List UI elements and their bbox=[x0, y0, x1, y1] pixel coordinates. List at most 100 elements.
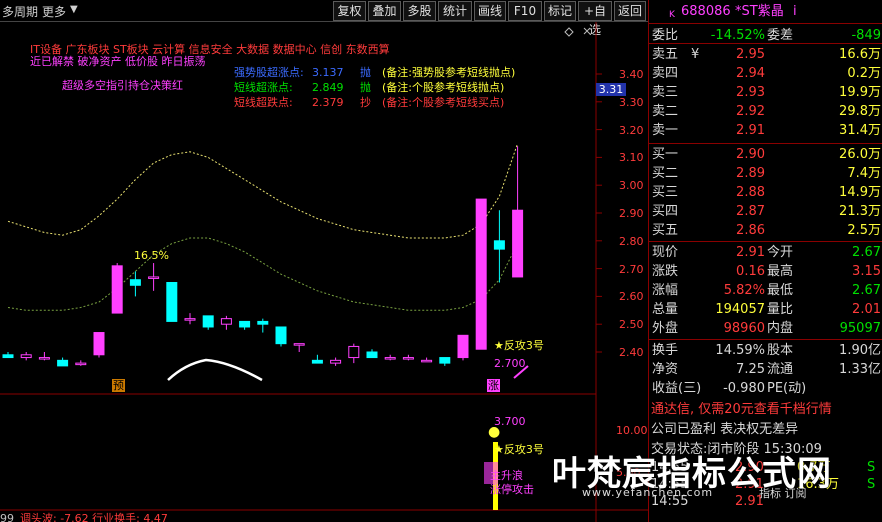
cursor-price: 3.31 bbox=[596, 83, 626, 96]
lower-band-line bbox=[7, 237, 519, 311]
quote-label: 涨跌 bbox=[652, 264, 679, 279]
quote-label: 买三 bbox=[652, 185, 679, 200]
candle-body bbox=[275, 326, 287, 345]
quote-value-2: 7.4万 bbox=[847, 166, 881, 181]
level-label: 短线超跌点: bbox=[234, 96, 293, 109]
quote-row: 净资 7.25 流通 1.33亿 bbox=[649, 360, 882, 379]
level-mark: 抛 bbox=[360, 81, 371, 94]
toolbar-button[interactable]: 返回 bbox=[614, 1, 646, 21]
quote-row: 收益(三) -0.980 PE(动) bbox=[649, 379, 882, 398]
candle-body bbox=[38, 357, 50, 360]
quote-label: 卖二 bbox=[652, 104, 679, 119]
quote-label-2: 委差 bbox=[767, 28, 794, 43]
quote-label: 换手 bbox=[652, 343, 679, 358]
quote-label-2: PE(动) bbox=[767, 381, 807, 396]
quote-label: 现价 bbox=[652, 245, 679, 260]
quote-label: 买一 bbox=[652, 147, 679, 162]
quote-row: 买一 2.90 26.0万 bbox=[649, 145, 882, 164]
close-icon bbox=[583, 27, 591, 35]
quote-value: 194057 bbox=[715, 302, 765, 317]
quote-label: 涨幅 bbox=[652, 283, 679, 298]
quote-label: 买二 bbox=[652, 166, 679, 181]
quote-value: 2.90 bbox=[736, 147, 765, 162]
diamond-icon bbox=[564, 27, 574, 37]
toolbar-button[interactable]: 统计 bbox=[438, 1, 472, 21]
toolbar-button[interactable]: F10 bbox=[508, 1, 542, 21]
chevron-down-icon[interactable]: ▼ bbox=[70, 4, 78, 15]
quote-row: 卖一 2.91 31.4万 bbox=[649, 121, 882, 140]
quote-value: 14.59% bbox=[715, 343, 765, 358]
lower-text1: 主升浪 bbox=[490, 469, 523, 482]
quote-row: 换手 14.59% 股本 1.90亿 bbox=[649, 341, 882, 360]
quote-label: 卖三 bbox=[652, 85, 679, 100]
signal-label: ★反攻3号 bbox=[494, 339, 544, 352]
quote-value-2: 1.33亿 bbox=[839, 362, 881, 377]
toolbar-button[interactable]: 标记 bbox=[544, 1, 576, 21]
quote-label-2: 股本 bbox=[767, 343, 794, 358]
multi-period-menu[interactable]: 多周期 bbox=[2, 3, 38, 20]
candle-body bbox=[384, 357, 396, 360]
quote-value: 2.88 bbox=[736, 185, 765, 200]
toolbar-button[interactable]: +自选 bbox=[578, 1, 612, 37]
toolbar-button[interactable]: 复权 bbox=[333, 1, 366, 21]
candle-body bbox=[184, 318, 196, 321]
lower-text2: 涨停攻击 bbox=[490, 483, 534, 496]
quote-panel: K 688086 *ST紫晶 i 委比 -14.52% 委差 -849 卖五 ¥2.95 1… bbox=[648, 0, 882, 522]
status-tags: 近已解禁 破净资产 低价股 昨日振荡 bbox=[30, 55, 206, 68]
pre-tag: 预 bbox=[112, 379, 125, 392]
toolbar-button[interactable]: 画线 bbox=[474, 1, 506, 21]
footer-left: 99 bbox=[0, 512, 14, 522]
quote-value-2: -849 bbox=[851, 28, 881, 43]
quote-value-2: 2.5万 bbox=[847, 223, 881, 238]
ad-banner[interactable]: 通达信, 仅需20元查看千档行情 bbox=[649, 400, 882, 419]
quote-value-2: 0.2万 bbox=[847, 66, 881, 81]
candle-body bbox=[475, 198, 487, 350]
quote-label: 卖四 bbox=[652, 66, 679, 81]
quote-row: 涨幅 5.82% 最低 2.67 bbox=[649, 281, 882, 300]
quote-value: 2.93 bbox=[736, 85, 765, 100]
kline-chart[interactable]: IT设备 广东板块 ST板块 云计算 信息安全 大数据 数据中心 信创 东数西算… bbox=[0, 22, 648, 522]
quote-value: -0.980 bbox=[723, 381, 765, 396]
toolbar-button[interactable]: 多股 bbox=[403, 1, 436, 21]
price-axis-label: 3.40 bbox=[619, 68, 644, 81]
quote-label-2: 最低 bbox=[767, 283, 794, 298]
toolbar-button[interactable]: 叠加 bbox=[368, 1, 401, 21]
signal-text: 反攻3号 bbox=[503, 339, 544, 352]
level-mark: 抛 bbox=[360, 66, 371, 79]
quote-row: 卖四 2.94 0.2万 bbox=[649, 64, 882, 83]
candle-body bbox=[348, 345, 360, 359]
quote-value-2: 14.9万 bbox=[839, 185, 881, 200]
quote-value: 0.16 bbox=[736, 264, 765, 279]
candle-body bbox=[512, 209, 524, 278]
k-badge: K bbox=[669, 10, 675, 20]
lower-signal-text: 反攻3号 bbox=[503, 443, 544, 456]
info-icon[interactable]: i bbox=[793, 1, 797, 23]
price-axis-label: 2.60 bbox=[619, 290, 644, 304]
quote-label-2: 流通 bbox=[767, 362, 794, 377]
quote-label: 买四 bbox=[652, 204, 679, 219]
price-axis-label: 2.70 bbox=[619, 262, 644, 276]
quote-value: -14.52% bbox=[710, 28, 765, 43]
lower-axis-10: 10.00 bbox=[616, 424, 648, 437]
quote-value-2: 26.0万 bbox=[839, 147, 881, 162]
more-menu[interactable]: 更多 bbox=[42, 3, 66, 20]
quote-row: 总量 194057 量比 2.01 bbox=[649, 300, 882, 319]
quote-value-2: 3.15 bbox=[852, 264, 881, 279]
quote-row: 委比 -14.52% 委差 -849 bbox=[649, 26, 882, 45]
candle-body bbox=[220, 318, 232, 325]
quote-label: 收益(三) bbox=[652, 381, 702, 396]
quote-row: 涨跌 0.16 最高 3.15 bbox=[649, 262, 882, 281]
candle-body bbox=[111, 265, 123, 314]
level-label: 短线超涨点: bbox=[234, 81, 293, 94]
upper-band-line bbox=[7, 143, 519, 239]
candle-body bbox=[57, 359, 69, 367]
quote-value-2: 19.9万 bbox=[839, 85, 881, 100]
price-axis-label: 2.80 bbox=[619, 234, 644, 248]
candle-body bbox=[402, 357, 414, 360]
quote-value-2: 16.6万 bbox=[839, 47, 881, 62]
quote-value: 2.95 bbox=[736, 47, 765, 62]
candle-body bbox=[93, 332, 105, 356]
quote-value: 2.91 bbox=[736, 123, 765, 138]
panel-divider bbox=[649, 339, 882, 340]
quote-value-2: 1.90亿 bbox=[839, 343, 881, 358]
